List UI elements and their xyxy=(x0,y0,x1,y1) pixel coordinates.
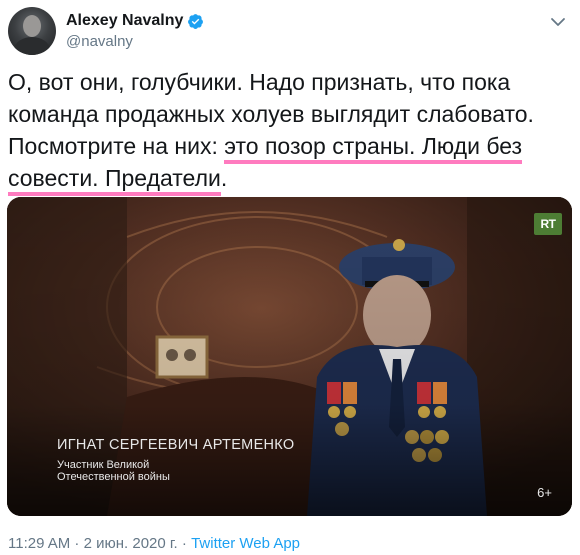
tweet-text-end: . xyxy=(220,165,228,191)
tweet-date[interactable]: 2 июн. 2020 г. xyxy=(84,535,178,552)
tweet-time[interactable]: 11:29 AM xyxy=(8,535,70,552)
chevron-down-icon[interactable] xyxy=(548,12,568,32)
tweet-meta: 11:29 AM · 2 июн. 2020 г. · Twitter Web … xyxy=(8,535,300,552)
avatar-face xyxy=(23,15,41,37)
tweet-highlight-1: это позор страны. Люди без xyxy=(224,133,523,164)
video-caption-name: ИГНАТ СЕРГЕЕВИЧ АРТЕМЕНКО xyxy=(57,437,295,453)
video-caption-subtitle: Участник Великой Отечественной войны xyxy=(57,459,170,483)
tweet-header: Alexey Navalny @navalny xyxy=(8,6,204,56)
rt-logo: RT xyxy=(534,213,562,235)
meta-separator: · xyxy=(70,535,84,552)
avatar[interactable] xyxy=(8,7,56,55)
verified-badge-icon xyxy=(188,13,204,29)
age-rating-badge: 6+ xyxy=(537,485,552,500)
author-name[interactable]: Alexey Navalny xyxy=(66,12,183,30)
meta-separator: · xyxy=(177,535,192,552)
author-handle[interactable]: @navalny xyxy=(66,33,204,50)
tweet-text: О, вот они, голубчики. Надо признать, чт… xyxy=(8,66,570,196)
name-row: Alexey Navalny xyxy=(66,12,204,30)
avatar-body xyxy=(14,37,50,55)
tweet-highlight-2: совести. Предатели xyxy=(8,165,221,196)
author-block: Alexey Navalny @navalny xyxy=(66,12,204,50)
video-player[interactable]: RT ИГНАТ СЕРГЕЕВИЧ АРТЕМЕНКО Участник Ве… xyxy=(7,197,572,516)
tweet-source-app[interactable]: Twitter Web App xyxy=(191,535,300,552)
